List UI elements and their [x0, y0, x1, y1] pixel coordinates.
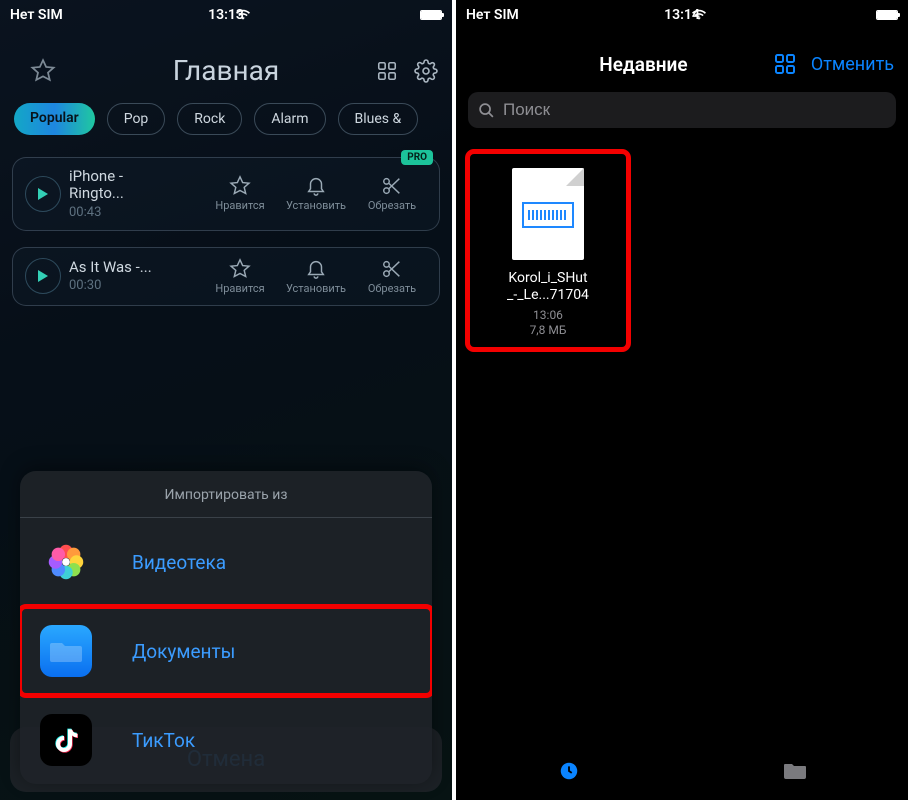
battery-icon: [876, 10, 898, 20]
chip-alarm[interactable]: Alarm: [254, 103, 325, 135]
view-grid-icon[interactable]: [773, 52, 797, 76]
like-action[interactable]: Нравится: [205, 175, 275, 212]
bell-icon: [305, 258, 327, 280]
carrier-label: Нет SIM: [466, 7, 519, 23]
like-label: Нравится: [215, 199, 264, 212]
import-documents[interactable]: Документы: [20, 607, 432, 695]
gear-icon[interactable]: [414, 59, 438, 83]
sheet-title: Импортировать из: [20, 471, 432, 517]
status-bar: Нет SIM 13:14: [456, 0, 908, 28]
pro-badge: PRO: [401, 150, 433, 165]
files-cancel-button[interactable]: Отменить: [811, 54, 894, 75]
tab-browse[interactable]: [783, 760, 807, 780]
scissors-icon: [381, 258, 403, 280]
clock: 13:13: [208, 7, 244, 23]
clock: 13:14: [664, 7, 700, 23]
tiktok-icon: [40, 714, 92, 766]
star-icon: [229, 258, 251, 280]
favorites-icon[interactable]: [30, 58, 56, 84]
chip-pop[interactable]: Pop: [107, 103, 166, 135]
like-label: Нравится: [215, 282, 264, 295]
chip-rock[interactable]: Rock: [177, 103, 242, 135]
import-documents-label: Документы: [114, 640, 412, 663]
play-button[interactable]: [25, 176, 61, 212]
chip-popular[interactable]: Popular: [14, 103, 95, 135]
song-duration: 00:30: [69, 278, 159, 293]
song-duration: 00:43: [69, 205, 159, 220]
photos-icon: [40, 536, 92, 588]
import-tiktok-label: ТикТок: [114, 729, 412, 752]
file-meta: 13:067,8 МБ: [474, 308, 622, 339]
song-title: iPhone - Ringto...: [69, 168, 159, 203]
cut-action[interactable]: Обрезать: [357, 258, 427, 295]
cut-label: Обрезать: [368, 282, 416, 295]
folder-icon: [40, 625, 92, 677]
phone-left: Нет SIM 13:13 Главная Popular Pop Rock A…: [0, 0, 452, 800]
import-sheet: Импортировать из Видеотека Документы: [20, 471, 432, 784]
import-videolib[interactable]: Видеотека: [20, 518, 432, 606]
set-action[interactable]: Установить: [281, 175, 351, 212]
set-label: Установить: [286, 282, 346, 295]
import-videolib-label: Видеотека: [114, 551, 412, 574]
song-title: As It Was -...: [69, 259, 159, 276]
carrier-label: Нет SIM: [10, 7, 63, 23]
search-icon: [478, 102, 495, 119]
page-title: Главная: [173, 54, 279, 87]
scissors-icon: [381, 175, 403, 197]
phone-right: Нет SIM 13:14 Недавние Отменить Korol_i_…: [456, 0, 908, 800]
status-bar: Нет SIM 13:13: [0, 0, 452, 28]
search-field[interactable]: [468, 92, 896, 128]
set-label: Установить: [286, 199, 346, 212]
files-header: Недавние Отменить: [456, 28, 908, 88]
set-action[interactable]: Установить: [281, 258, 351, 295]
layout-grid-icon[interactable]: [376, 60, 398, 82]
bottom-tabs: [456, 754, 908, 800]
main-header: Главная: [0, 28, 452, 101]
battery-icon: [420, 10, 442, 20]
cut-label: Обрезать: [368, 199, 416, 212]
files-title: Недавние: [470, 53, 773, 76]
category-chips: Popular Pop Rock Alarm Blues &: [0, 101, 452, 149]
chip-blues[interactable]: Blues &: [338, 103, 419, 135]
audio-file-icon: [512, 168, 584, 260]
import-tiktok[interactable]: ТикТок: [20, 696, 432, 784]
like-action[interactable]: Нравится: [205, 258, 275, 295]
search-input[interactable]: [503, 100, 886, 120]
tab-recent[interactable]: [558, 760, 580, 782]
star-icon: [229, 175, 251, 197]
cut-action[interactable]: Обрезать: [357, 175, 427, 212]
file-item[interactable]: Korol_i_SHut_-_Le...71704 13:067,8 МБ: [468, 152, 628, 349]
song-card[interactable]: As It Was -... 00:30 Нравится Установить…: [12, 247, 440, 306]
file-name: Korol_i_SHut_-_Le...71704: [474, 270, 622, 304]
bell-icon: [305, 175, 327, 197]
song-card[interactable]: PRO iPhone - Ringto... 00:43 Нравится Ус…: [12, 157, 440, 231]
play-button[interactable]: [25, 258, 61, 294]
file-grid: Korol_i_SHut_-_Le...71704 13:067,8 МБ: [456, 142, 908, 359]
